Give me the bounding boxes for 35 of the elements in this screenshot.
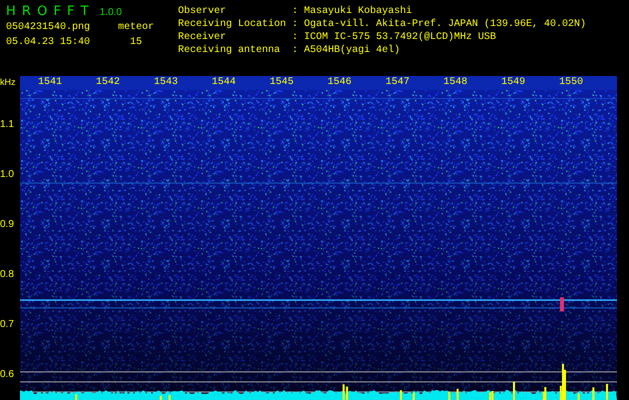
x-axis-label: 1542 [96,76,121,90]
y-axis-label: 0.7 [0,318,15,332]
x-axis-label: 1548 [443,76,468,90]
y-axis-label: 0.8 [0,268,15,282]
info-separator: : [292,31,300,44]
x-axis-label: 1547 [385,76,410,90]
y-axis-label: 0.9 [0,218,15,232]
x-axis-label: 1544 [212,76,237,90]
info-value: Masayuki Kobayashi [304,5,414,18]
y-axis-label: 1.1 [0,118,15,132]
info-label: Receiver [178,31,228,44]
y-axis-label: 0.6 [0,368,15,382]
x-axis-label: 1541 [38,76,64,90]
date-time: 05.04.23 15:40 [6,36,92,49]
x-axis-label: 1550 [559,76,584,90]
info-label: Observer [178,5,228,18]
info-value: A504HB(yagi 4el) [304,44,402,57]
meteor-label: meteor [118,21,156,34]
x-axis-label: 1543 [154,76,179,90]
x-axis-label: 1546 [328,76,353,90]
x-axis-label: 1549 [501,76,526,90]
meteor-count: 15 [129,36,144,49]
info-value: ICOM IC-575 53.7492(@LCD)MHz USB [304,31,498,44]
app-title: H R O F F T [6,4,90,19]
app-version: 1.0.0 [100,7,122,18]
info-label: Receiving antenna [178,44,282,57]
info-separator: : [292,18,300,31]
axis-unit: kHz [0,76,16,88]
x-axis-label: 1545 [270,76,295,90]
file-name: 0504231540.png [6,21,92,34]
info-separator: : [292,5,300,18]
info-value: Ogata-vill. Akita-Pref. JAPAN (139.96E, 40.02N) [304,18,586,31]
info-label: Receiving Location [178,18,288,31]
info-separator: : [292,44,300,57]
y-axis-label: 1.0 [0,168,15,182]
